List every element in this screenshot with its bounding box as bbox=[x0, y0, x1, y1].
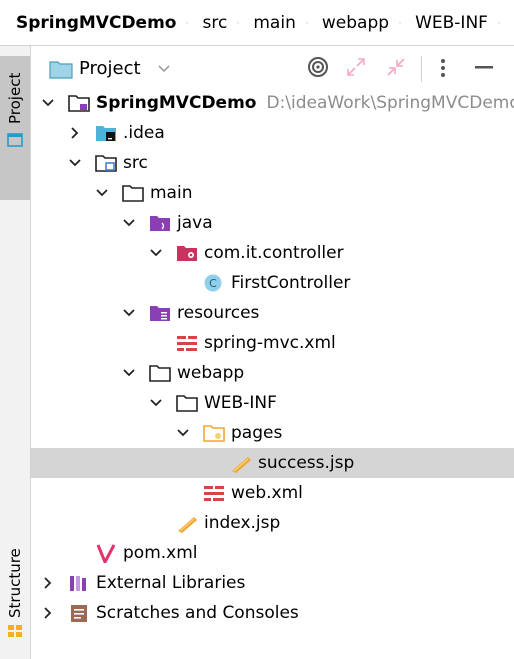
breadcrumb-item-webapp[interactable]: webapp bbox=[322, 13, 389, 33]
project-tab-label: Project bbox=[6, 72, 24, 124]
tree-node-firstcontroller[interactable]: C FirstController bbox=[31, 268, 514, 298]
structure-tab-label: Structure bbox=[6, 548, 24, 618]
chevron-down-icon[interactable] bbox=[157, 64, 171, 74]
folder-icon bbox=[122, 185, 144, 202]
chevron-down-icon[interactable] bbox=[122, 306, 136, 320]
structure-icon bbox=[8, 625, 22, 637]
tree-node-label: main bbox=[150, 183, 193, 203]
tree-node-resources[interactable]: resources bbox=[31, 298, 514, 328]
tree-node-web-xml[interactable]: web.xml bbox=[31, 478, 514, 508]
tree-node-label: Scratches and Consoles bbox=[96, 603, 299, 623]
web-folder-icon bbox=[203, 425, 225, 442]
breadcrumb-item-src[interactable]: src bbox=[203, 13, 228, 33]
project-name: SpringMVCDemo bbox=[96, 93, 257, 113]
tree-node-label: SpringMVCDemo D:\ideaWork\SpringMVCDemo bbox=[96, 93, 514, 113]
breadcrumb-separator-icon bbox=[237, 21, 240, 24]
chevron-down-icon[interactable] bbox=[149, 246, 163, 260]
header-divider bbox=[421, 56, 422, 82]
tree-node-label: pages bbox=[231, 423, 283, 443]
breadcrumb-separator-icon bbox=[186, 21, 189, 24]
tree-node-label: index.jsp bbox=[204, 513, 281, 533]
project-view-selector[interactable]: Project bbox=[79, 58, 141, 79]
java-source-folder-icon bbox=[150, 216, 170, 231]
collapse-all-icon[interactable] bbox=[385, 56, 407, 78]
resources-folder-icon bbox=[150, 306, 170, 321]
tree-node-label: web.xml bbox=[231, 483, 303, 503]
tree-node-web-inf[interactable]: WEB-INF bbox=[31, 388, 514, 418]
breadcrumb-item-web-inf[interactable]: WEB-INF bbox=[415, 13, 488, 33]
tree-node-scratches-and-consoles[interactable]: Scratches and Consoles bbox=[31, 598, 514, 628]
web-xml-icon bbox=[204, 486, 224, 501]
source-root-folder-icon bbox=[95, 155, 117, 172]
tree-node-main[interactable]: main bbox=[31, 178, 514, 208]
jsp-icon bbox=[232, 457, 251, 473]
tree-node-label: WEB-INF bbox=[204, 393, 277, 413]
tree-node-webapp[interactable]: webapp bbox=[31, 358, 514, 388]
chevron-down-icon[interactable] bbox=[122, 216, 136, 230]
module-folder-icon bbox=[68, 95, 90, 112]
tree-node-idea[interactable]: .idea bbox=[31, 118, 514, 148]
libraries-icon bbox=[70, 576, 86, 591]
spring-xml-icon bbox=[177, 336, 197, 351]
target-icon[interactable] bbox=[307, 56, 329, 78]
tree-node-label: src bbox=[123, 153, 148, 173]
breadcrumb-separator-icon bbox=[305, 21, 308, 24]
idea-folder-icon bbox=[96, 126, 116, 141]
tree-node-success-jsp[interactable]: success.jsp bbox=[31, 448, 514, 478]
tree-node-label: pom.xml bbox=[123, 543, 198, 563]
breadcrumb-item-project[interactable]: SpringMVCDemo bbox=[16, 13, 176, 33]
chevron-down-icon[interactable] bbox=[41, 96, 55, 110]
tree-node-pom-xml[interactable]: pom.xml bbox=[31, 538, 514, 568]
tree-node-pages[interactable]: pages bbox=[31, 418, 514, 448]
tree-node-label: External Libraries bbox=[96, 573, 246, 593]
package-icon bbox=[177, 246, 197, 261]
breadcrumb-separator-icon bbox=[498, 21, 500, 24]
project-panel-header: Project bbox=[31, 46, 514, 92]
project-window-icon bbox=[7, 133, 23, 147]
tree-node-src[interactable]: src bbox=[31, 148, 514, 178]
tree-node-label: spring-mvc.xml bbox=[204, 333, 336, 353]
breadcrumb: SpringMVCDemo src main webapp WEB-INF bbox=[0, 0, 514, 46]
chevron-right-icon[interactable] bbox=[41, 606, 55, 620]
project-path: D:\ideaWork\SpringMVCDemo bbox=[266, 93, 514, 113]
tree-node-spring-mvc-xml[interactable]: spring-mvc.xml bbox=[31, 328, 514, 358]
folder-icon bbox=[149, 365, 171, 382]
tree-node-label: java bbox=[177, 213, 213, 233]
tree-node-label: FirstController bbox=[231, 273, 351, 293]
project-view-folder-icon bbox=[49, 61, 73, 79]
chevron-down-icon[interactable] bbox=[68, 156, 82, 170]
folder-icon bbox=[176, 395, 198, 412]
chevron-down-icon[interactable] bbox=[176, 426, 190, 440]
more-options-icon[interactable] bbox=[438, 57, 448, 79]
class-icon: C bbox=[204, 274, 222, 292]
tree-node-external-libraries[interactable]: External Libraries bbox=[31, 568, 514, 598]
tree-node-label: .idea bbox=[123, 123, 165, 143]
tree-node-label: webapp bbox=[177, 363, 245, 383]
left-tool-strip: Project Structure bbox=[0, 46, 31, 659]
tree-node-label: com.it.controller bbox=[204, 243, 344, 263]
jsp-icon bbox=[178, 517, 197, 533]
tree-node-label: success.jsp bbox=[258, 453, 355, 473]
chevron-right-icon[interactable] bbox=[41, 576, 55, 590]
structure-tool-tab[interactable]: Structure bbox=[0, 538, 30, 650]
expand-all-icon[interactable] bbox=[345, 56, 367, 78]
minimize-icon[interactable] bbox=[475, 66, 493, 70]
chevron-down-icon[interactable] bbox=[149, 396, 163, 410]
maven-icon bbox=[96, 544, 116, 563]
chevron-down-icon[interactable] bbox=[122, 366, 136, 380]
project-tool-tab[interactable]: Project bbox=[0, 56, 30, 200]
chevron-right-icon[interactable] bbox=[68, 126, 82, 140]
tree-node-com-it-controller[interactable]: com.it.controller bbox=[31, 238, 514, 268]
scratches-icon bbox=[71, 605, 87, 622]
chevron-down-icon[interactable] bbox=[95, 186, 109, 200]
tree-node-java[interactable]: java bbox=[31, 208, 514, 238]
tree-node-springmvcdemo[interactable]: SpringMVCDemo D:\ideaWork\SpringMVCDemo bbox=[31, 88, 514, 118]
tree-node-label: resources bbox=[177, 303, 260, 323]
tree-node-index-jsp[interactable]: index.jsp bbox=[31, 508, 514, 538]
svg-text:C: C bbox=[209, 277, 217, 290]
breadcrumb-separator-icon bbox=[399, 21, 401, 24]
breadcrumb-item-main[interactable]: main bbox=[253, 13, 295, 33]
